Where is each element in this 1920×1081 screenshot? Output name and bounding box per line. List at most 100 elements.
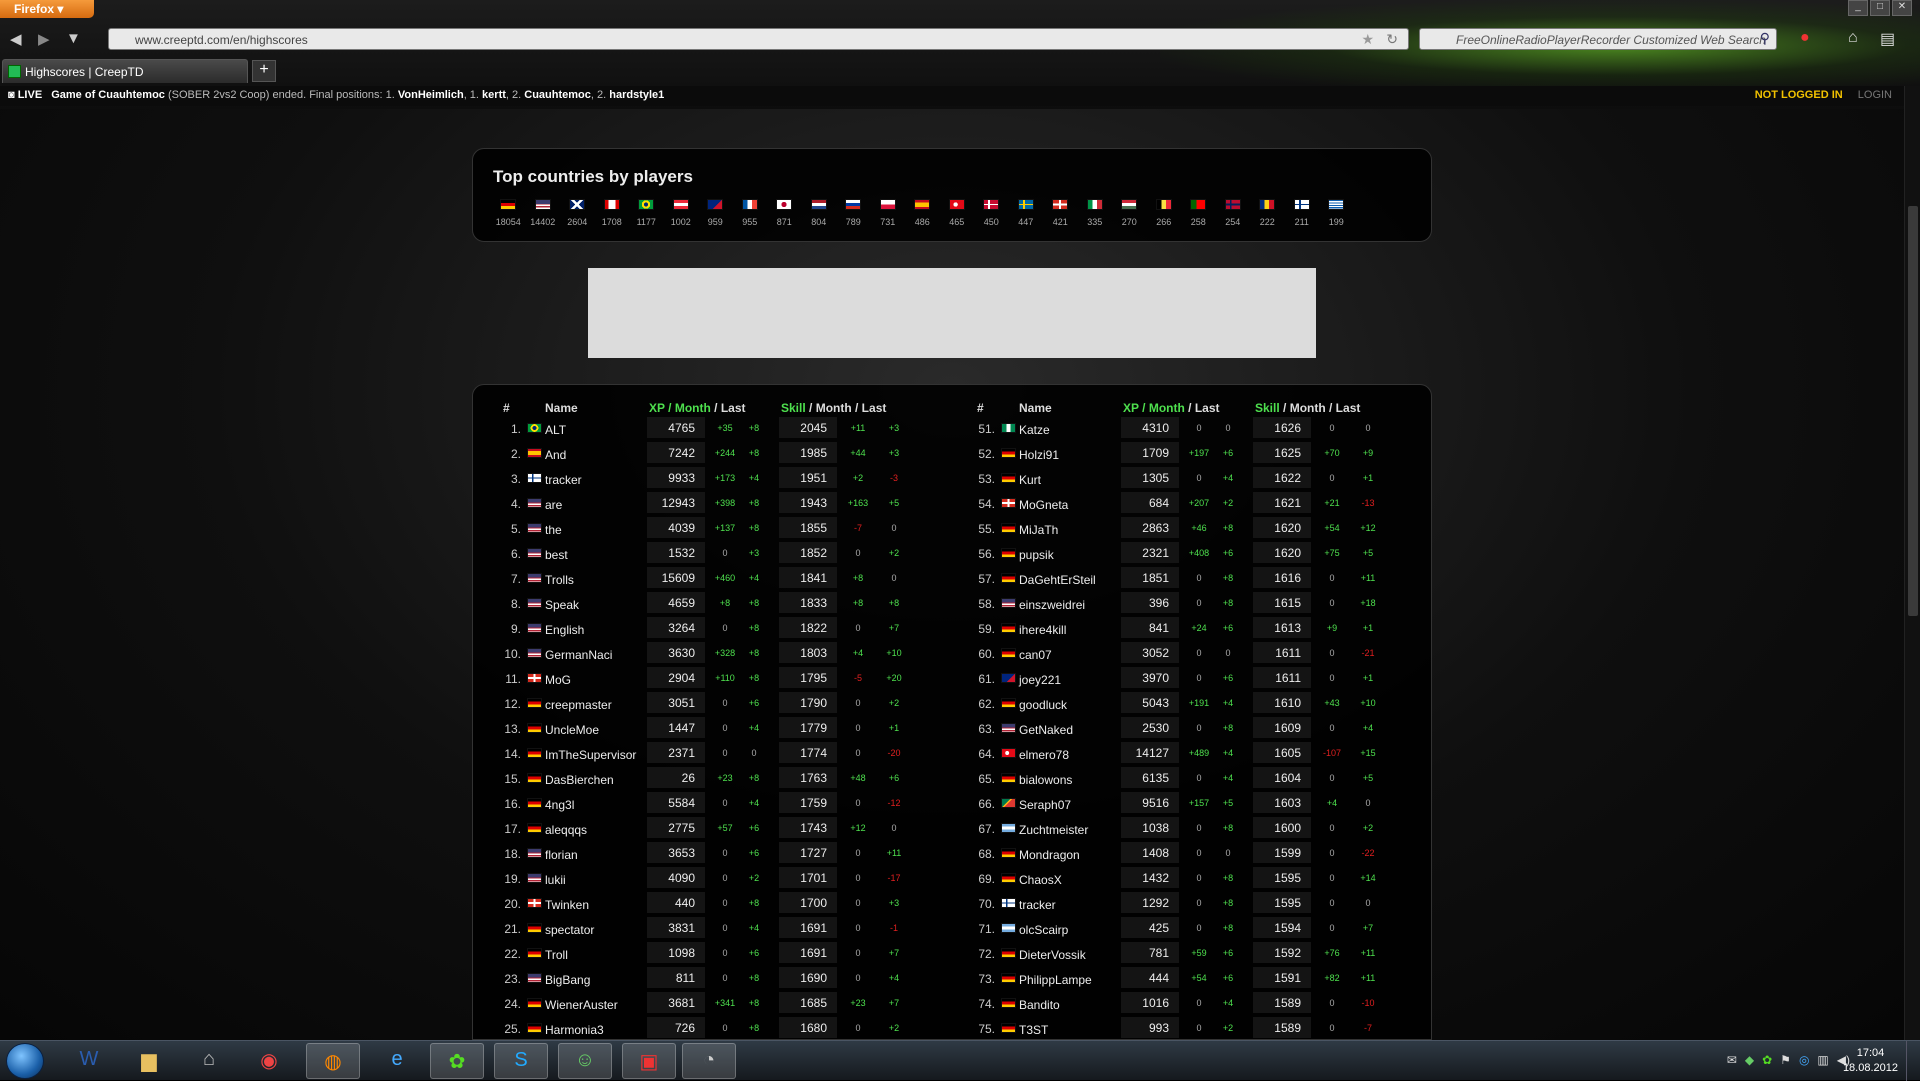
- icq-icon[interactable]: ✿: [430, 1043, 484, 1079]
- player-name-link[interactable]: Mondragon: [1019, 848, 1080, 862]
- forward-icon[interactable]: ▶: [38, 30, 50, 48]
- player-name-link[interactable]: Seraph07: [1019, 798, 1071, 812]
- player-name-link[interactable]: MiJaTh: [1019, 523, 1058, 537]
- network-icon[interactable]: ▥: [1817, 1053, 1828, 1067]
- player-name-link[interactable]: Zuchtmeister: [1019, 823, 1088, 837]
- country-item[interactable]: 14402: [526, 199, 561, 230]
- player-name-link[interactable]: UncleMoe: [545, 723, 599, 737]
- player-name-link[interactable]: are: [545, 498, 562, 512]
- player-name-link[interactable]: goodluck: [1019, 698, 1067, 712]
- game-title[interactable]: Game of Cuauhtemoc: [51, 89, 165, 101]
- flag-icon[interactable]: ⚑: [1780, 1053, 1791, 1067]
- show-desktop-button[interactable]: [1906, 1041, 1920, 1081]
- country-item[interactable]: 258: [1181, 199, 1216, 230]
- chrome-icon[interactable]: ◉: [242, 1043, 296, 1079]
- player-name-link[interactable]: GermanNaci: [545, 648, 612, 662]
- country-item[interactable]: 465: [940, 199, 975, 230]
- close-icon[interactable]: ✕: [1892, 0, 1912, 16]
- country-item[interactable]: 222: [1250, 199, 1285, 230]
- tab-highscores[interactable]: Highscores | CreepTD: [2, 59, 248, 83]
- header-skill[interactable]: Skill / Month / Last: [1255, 401, 1360, 415]
- player-link[interactable]: VonHeimlich: [398, 89, 464, 101]
- country-item[interactable]: 450: [974, 199, 1009, 230]
- country-item[interactable]: 199: [1319, 199, 1354, 230]
- maximize-icon[interactable]: □: [1870, 0, 1890, 16]
- mail-icon[interactable]: ✉: [1727, 1053, 1737, 1067]
- country-item[interactable]: 871: [767, 199, 802, 230]
- player-name-link[interactable]: aleqqqs: [545, 823, 587, 837]
- player-name-link[interactable]: DasBierchen: [545, 773, 614, 787]
- header-xp[interactable]: XP / Month / Last: [1123, 401, 1220, 415]
- player-link[interactable]: kertt: [482, 89, 506, 101]
- scanner-icon[interactable]: ⌂: [182, 1043, 236, 1079]
- search-bar[interactable]: FreeOnlineRadioPlayerRecorder Customized…: [1419, 28, 1777, 50]
- player-name-link[interactable]: T3ST: [1019, 1023, 1048, 1037]
- player-name-link[interactable]: Troll: [545, 948, 568, 962]
- player-name-link[interactable]: Twinken: [545, 898, 589, 912]
- country-item[interactable]: 789: [836, 199, 871, 230]
- country-item[interactable]: 447: [1009, 199, 1044, 230]
- player-name-link[interactable]: WienerAuster: [545, 998, 618, 1012]
- country-item[interactable]: 335: [1078, 199, 1113, 230]
- player-name-link[interactable]: MoGneta: [1019, 498, 1068, 512]
- player-name-link[interactable]: florian: [545, 848, 578, 862]
- history-icon[interactable]: ▼: [66, 30, 81, 47]
- player-name-link[interactable]: olcScairp: [1019, 923, 1068, 937]
- country-item[interactable]: 270: [1112, 199, 1147, 230]
- clock[interactable]: 17:04 18.08.2012: [1843, 1046, 1898, 1076]
- icq-tray-icon[interactable]: ✿: [1762, 1053, 1772, 1067]
- player-name-link[interactable]: pupsik: [1019, 548, 1054, 562]
- player-name-link[interactable]: Kurt: [1019, 473, 1041, 487]
- country-item[interactable]: 18054: [491, 199, 526, 230]
- player-name-link[interactable]: ImTheSupervisor: [545, 748, 636, 762]
- player-name-link[interactable]: tracker: [1019, 898, 1056, 912]
- home-icon[interactable]: ⌂: [1848, 29, 1858, 47]
- menu-icon[interactable]: ▤: [1880, 29, 1895, 49]
- start-orb-icon[interactable]: [6, 1043, 44, 1079]
- player-name-link[interactable]: PhilippLampe: [1019, 973, 1092, 987]
- bookmark-star-icon[interactable]: ★: [1361, 31, 1374, 48]
- country-item[interactable]: 486: [905, 199, 940, 230]
- player-name-link[interactable]: DieterVossik: [1019, 948, 1086, 962]
- search-icon[interactable]: ⚲: [1760, 30, 1770, 47]
- country-item[interactable]: 959: [698, 199, 733, 230]
- player-name-link[interactable]: the: [545, 523, 562, 537]
- player-name-link[interactable]: tracker: [545, 473, 582, 487]
- country-item[interactable]: 1708: [595, 199, 630, 230]
- firefox-menu-button[interactable]: Firefox ▾: [0, 0, 94, 18]
- country-item[interactable]: 804: [802, 199, 837, 230]
- player-name-link[interactable]: bialowons: [1019, 773, 1072, 787]
- country-item[interactable]: 211: [1285, 199, 1320, 230]
- country-item[interactable]: 1002: [664, 199, 699, 230]
- header-xp[interactable]: XP / Month / Last: [649, 401, 746, 415]
- player-name-link[interactable]: Trolls: [545, 573, 574, 587]
- country-item[interactable]: 421: [1043, 199, 1078, 230]
- dialer-icon[interactable]: ◔: [682, 1043, 736, 1079]
- country-item[interactable]: 731: [871, 199, 906, 230]
- player-name-link[interactable]: ChaosX: [1019, 873, 1062, 887]
- page-scrollbar[interactable]: [1904, 86, 1920, 1040]
- country-item[interactable]: 254: [1216, 199, 1251, 230]
- shield-icon[interactable]: ◆: [1745, 1053, 1754, 1067]
- player-name-link[interactable]: Holzi91: [1019, 448, 1059, 462]
- player-name-link[interactable]: creepmaster: [545, 698, 612, 712]
- reload-icon[interactable]: ↻: [1386, 31, 1398, 48]
- player-name-link[interactable]: GetNaked: [1019, 723, 1073, 737]
- header-name[interactable]: Name: [1019, 401, 1052, 415]
- player-name-link[interactable]: spectator: [545, 923, 594, 937]
- adblock-icon[interactable]: ●: [1800, 29, 1810, 47]
- player-name-link[interactable]: 4ng3l: [545, 798, 574, 812]
- player-name-link[interactable]: English: [545, 623, 584, 637]
- scrollbar-thumb[interactable]: [1908, 206, 1918, 616]
- player-name-link[interactable]: BigBang: [545, 973, 590, 987]
- player-name-link[interactable]: Bandito: [1019, 998, 1060, 1012]
- player-name-link[interactable]: ihere4kill: [1019, 623, 1066, 637]
- player-name-link[interactable]: And: [545, 448, 566, 462]
- player-name-link[interactable]: Katze: [1019, 423, 1050, 437]
- player-name-link[interactable]: Speak: [545, 598, 579, 612]
- player-name-link[interactable]: elmero78: [1019, 748, 1069, 762]
- player-name-link[interactable]: einszweidrei: [1019, 598, 1085, 612]
- sync-icon[interactable]: ◎: [1799, 1053, 1809, 1067]
- player-name-link[interactable]: MoG: [545, 673, 571, 687]
- player-name-link[interactable]: lukii: [545, 873, 566, 887]
